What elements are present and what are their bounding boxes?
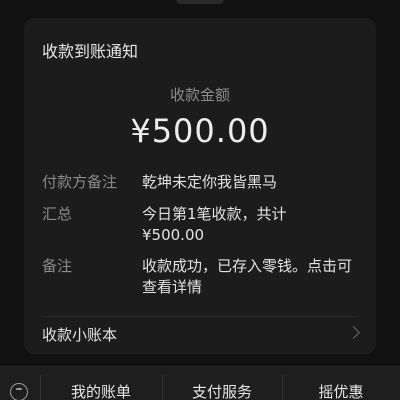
summary-label: 汇总 <box>42 205 73 223</box>
payer-note-label: 付款方备注 <box>42 173 118 191</box>
remark-label: 备注 <box>42 257 73 275</box>
summary-amount: ¥500.00 <box>142 226 205 244</box>
amount-value: ¥500.00 <box>130 112 270 150</box>
divider <box>42 316 358 317</box>
menu-item-shake-offers[interactable]: 摇优惠 <box>282 367 400 400</box>
remark-value: 收款成功，已存入零钱。点击可查看详情 <box>142 257 353 296</box>
menu-item-my-bills[interactable]: 我的账单 <box>40 367 162 400</box>
notification-page: 收款到账通知 收款金额 ¥500.00 付款方备注 乾坤未定你我皆黑马 汇总 今… <box>0 0 400 400</box>
amount-label: 收款金额 <box>169 86 230 104</box>
keyboard-icon[interactable] <box>10 383 28 400</box>
chevron-right-icon <box>347 326 360 339</box>
top-indicator <box>176 0 224 4</box>
payment-notification-card[interactable]: 收款到账通知 收款金额 ¥500.00 付款方备注 乾坤未定你我皆黑马 汇总 今… <box>24 18 376 354</box>
ledger-link[interactable]: 收款小账本 <box>42 324 360 350</box>
menu-item-payment-services[interactable]: 支付服务 <box>162 367 282 400</box>
bottom-menu-bar: 我的账单 支付服务 摇优惠 <box>0 366 400 400</box>
card-title: 收款到账通知 <box>42 42 139 61</box>
summary-value-block: 今日第1笔收款，共计 ¥500.00 <box>142 204 362 246</box>
summary-value: 今日第1笔收款，共计 <box>142 205 287 223</box>
ledger-link-label: 收款小账本 <box>42 326 118 344</box>
payer-note-value: 乾坤未定你我皆黑马 <box>142 173 278 191</box>
